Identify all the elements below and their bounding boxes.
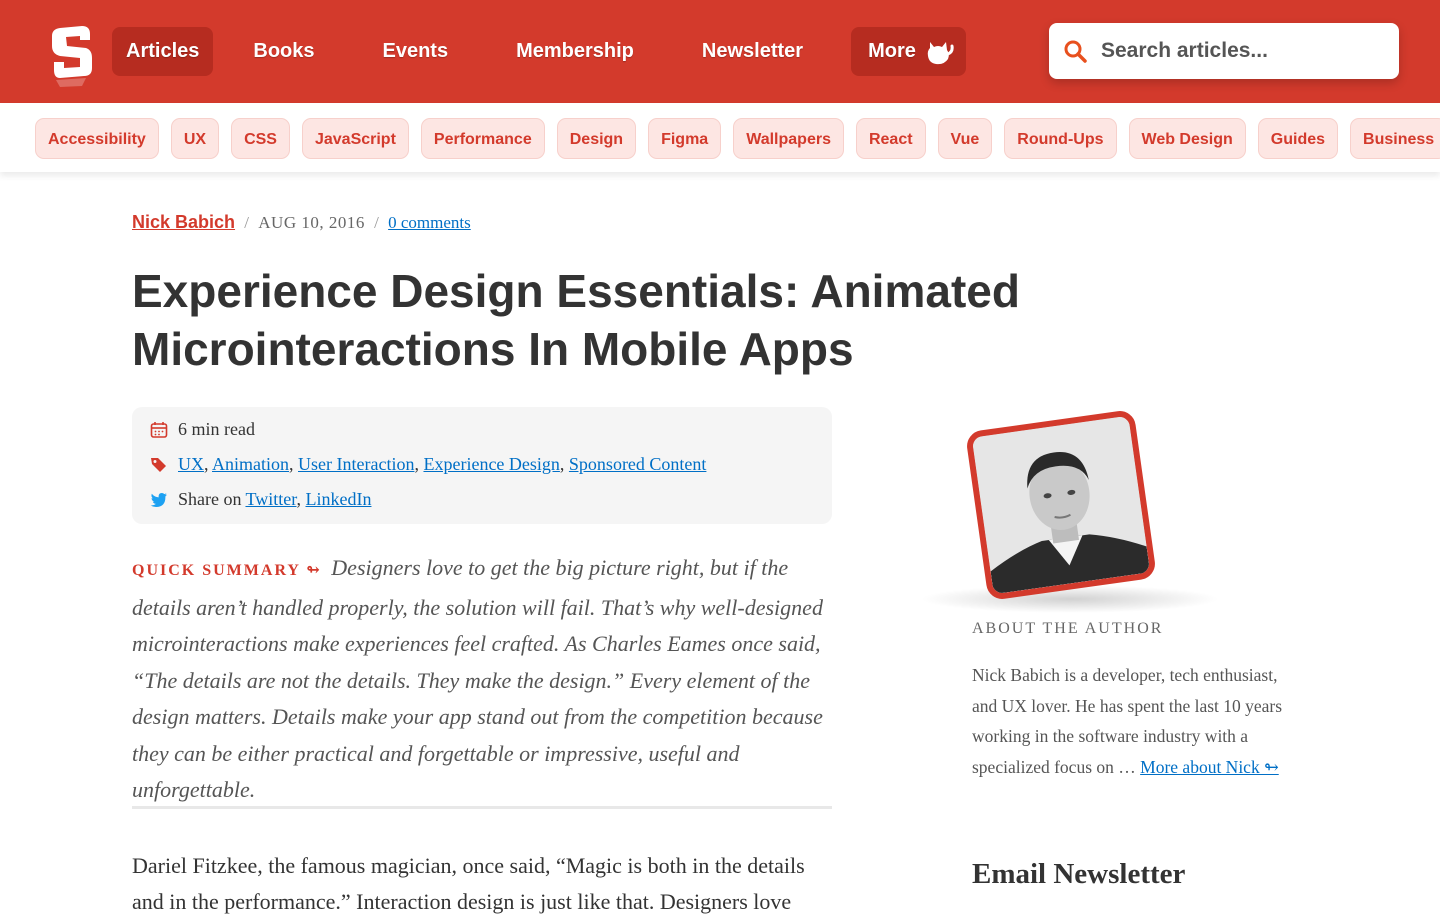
article-tag-ux[interactable]: UX [178, 454, 204, 474]
nav-newsletter[interactable]: Newsletter [688, 27, 817, 76]
share-links: Twitter, LinkedIn [245, 489, 372, 509]
nav-articles[interactable]: Articles [112, 27, 214, 76]
comments-link[interactable]: 0 comments [388, 213, 471, 232]
article-title: Experience Design Essentials: Animated M… [132, 265, 1020, 375]
site-header: Articles Books Events Membership Newslet… [0, 0, 1440, 103]
author-photo-frame[interactable] [964, 408, 1158, 602]
tag-javascript[interactable]: JavaScript [301, 118, 409, 159]
share-twitter-link[interactable]: Twitter [245, 489, 296, 509]
article-meta: Nick Babich / AUG 10, 2016 / 0 comments [132, 212, 471, 233]
more-about-author-link[interactable]: More about Nick ↬ [1140, 757, 1279, 777]
article-tag-experience-design[interactable]: Experience Design [423, 454, 559, 474]
tag-wallpapers[interactable]: Wallpapers [733, 118, 844, 159]
read-time-row: 6 min read [150, 419, 255, 440]
author-photo [964, 408, 1158, 602]
quick-summary-text: Designers love to get the big picture ri… [132, 555, 823, 802]
search-box [1049, 23, 1399, 79]
twitter-icon [150, 492, 167, 507]
tag-list: Accessibility UX CSS JavaScript Performa… [35, 118, 1440, 159]
tag-vue[interactable]: Vue [937, 118, 993, 159]
author-link[interactable]: Nick Babich [132, 212, 235, 232]
nav-books[interactable]: Books [239, 27, 328, 76]
publish-date: AUG 10, 2016 [258, 213, 365, 232]
meta-separator: / [244, 213, 250, 232]
about-author-label: ABOUT THE AUTHOR [972, 620, 1164, 637]
cat-mascot-icon [927, 41, 954, 64]
article-info-box: 6 min read UX, Animation, User Interacti… [132, 407, 832, 524]
tag-web-design[interactable]: Web Design [1128, 118, 1246, 159]
tag-css[interactable]: CSS [231, 118, 290, 159]
article-tag-sponsored-content[interactable]: Sponsored Content [569, 454, 707, 474]
main-nav: Articles Books Events Membership Newslet… [112, 27, 966, 76]
share-row: Share on Twitter, LinkedIn [150, 489, 371, 510]
nav-more-button[interactable]: More [851, 27, 966, 76]
share-prefix: Share on [178, 489, 242, 509]
tag-figma[interactable]: Figma [648, 118, 722, 159]
search-input[interactable] [1101, 31, 1386, 71]
share-linkedin-link[interactable]: LinkedIn [306, 489, 372, 509]
article-body-paragraph: Dariel Fitzkee, the famous magician, onc… [132, 853, 805, 914]
site-logo[interactable] [46, 24, 98, 88]
tag-business[interactable]: Business [1350, 118, 1440, 159]
about-author-text: Nick Babich is a developer, tech enthusi… [972, 660, 1302, 782]
tag-guides[interactable]: Guides [1257, 118, 1339, 159]
tag-accessibility[interactable]: Accessibility [35, 118, 159, 159]
nav-membership[interactable]: Membership [502, 27, 648, 76]
tag-react[interactable]: React [855, 118, 926, 159]
newsletter-heading: Email Newsletter [972, 858, 1186, 890]
tag-icon [151, 457, 166, 472]
tag-performance[interactable]: Performance [420, 118, 545, 159]
article-tag-user-interaction[interactable]: User Interaction [298, 454, 414, 474]
tags-row: UX, Animation, User Interaction, Experie… [150, 454, 706, 475]
tag-ux[interactable]: UX [170, 118, 220, 159]
article-tag-animation[interactable]: Animation [212, 454, 289, 474]
quick-summary: QUICK SUMMARY ↬ Designers love to get th… [132, 550, 832, 809]
calendar-icon [150, 421, 168, 438]
tag-design[interactable]: Design [556, 118, 637, 159]
summary-divider [132, 806, 832, 809]
nav-more-label: More [868, 40, 916, 62]
search-icon[interactable] [1063, 39, 1087, 63]
tag-bar: Accessibility UX CSS JavaScript Performa… [0, 103, 1440, 172]
quick-summary-label: QUICK SUMMARY ↬ [132, 562, 322, 579]
article-tag-links: UX, Animation, User Interaction, Experie… [178, 454, 707, 474]
read-time: 6 min read [178, 419, 255, 439]
meta-separator: / [374, 213, 379, 232]
nav-events[interactable]: Events [369, 27, 463, 76]
tag-round-ups[interactable]: Round-Ups [1004, 118, 1117, 159]
